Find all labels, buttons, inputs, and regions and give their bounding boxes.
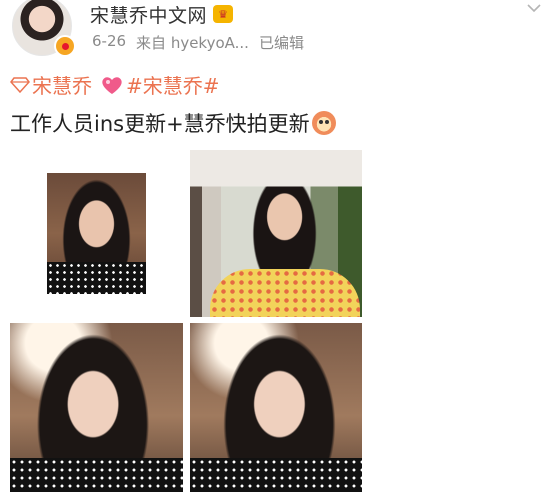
- post-source[interactable]: 来自 hyekyoA...: [136, 32, 249, 53]
- diamond-icon: [10, 76, 30, 93]
- heart-icon: [102, 76, 122, 94]
- weibo-post: 宋慧乔中文网 ♛ 6-26 来自 hyekyoA... 已编辑 宋慧乔 #宋慧乔…: [0, 0, 554, 494]
- post-meta: 6-26 来自 hyekyoA... 已编辑: [92, 32, 304, 53]
- vip-badge-icon: ♛: [213, 5, 234, 23]
- photo-2[interactable]: [190, 150, 362, 317]
- author-name[interactable]: 宋慧乔中文网: [90, 1, 207, 28]
- verified-icon: [54, 35, 76, 57]
- topic-row: 宋慧乔 #宋慧乔#: [10, 70, 220, 99]
- photo-3[interactable]: [10, 323, 183, 492]
- post-text: 工作人员ins更新+慧乔快拍更新: [10, 108, 336, 138]
- photo-1[interactable]: [47, 173, 146, 294]
- topic-link[interactable]: 宋慧乔: [32, 70, 92, 99]
- author-row: 宋慧乔中文网 ♛: [90, 1, 234, 28]
- edited-label[interactable]: 已编辑: [259, 32, 304, 53]
- sticker-icon: [311, 111, 336, 135]
- avatar[interactable]: [10, 0, 76, 57]
- photo-4[interactable]: [190, 323, 362, 492]
- chevron-down-icon[interactable]: [526, 0, 542, 16]
- post-content: 工作人员ins更新+慧乔快拍更新: [10, 112, 310, 136]
- hashtag-link[interactable]: #宋慧乔#: [126, 70, 220, 99]
- post-date: 6-26: [92, 32, 127, 50]
